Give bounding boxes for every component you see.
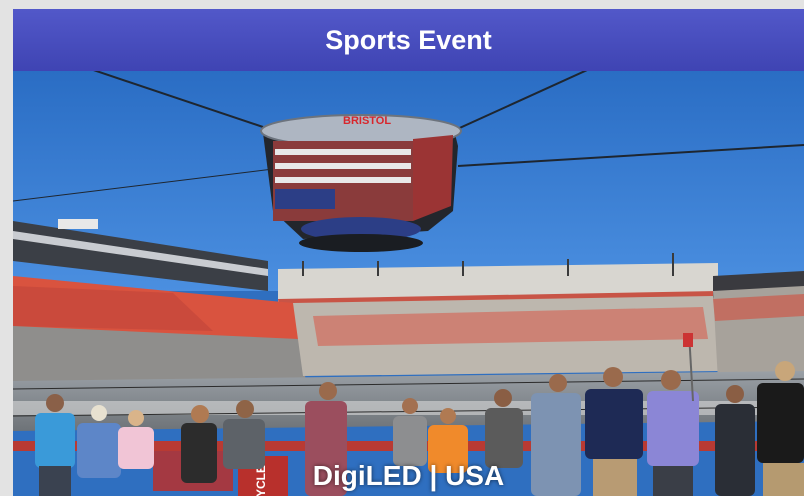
slide-card: Sports Event BRISTOL YCLE DigiLED | USA <box>13 9 804 496</box>
stadium-photo: BRISTOL YCLE <box>13 71 804 496</box>
title-bar: Sports Event <box>13 9 804 71</box>
page-title: Sports Event <box>325 24 492 55</box>
slide-frame: Sports Event BRISTOL YCLE DigiLED | USA <box>0 0 804 496</box>
caption: DigiLED | USA <box>312 460 505 491</box>
scoreboard-logo-text: BRISTOL <box>343 115 391 127</box>
